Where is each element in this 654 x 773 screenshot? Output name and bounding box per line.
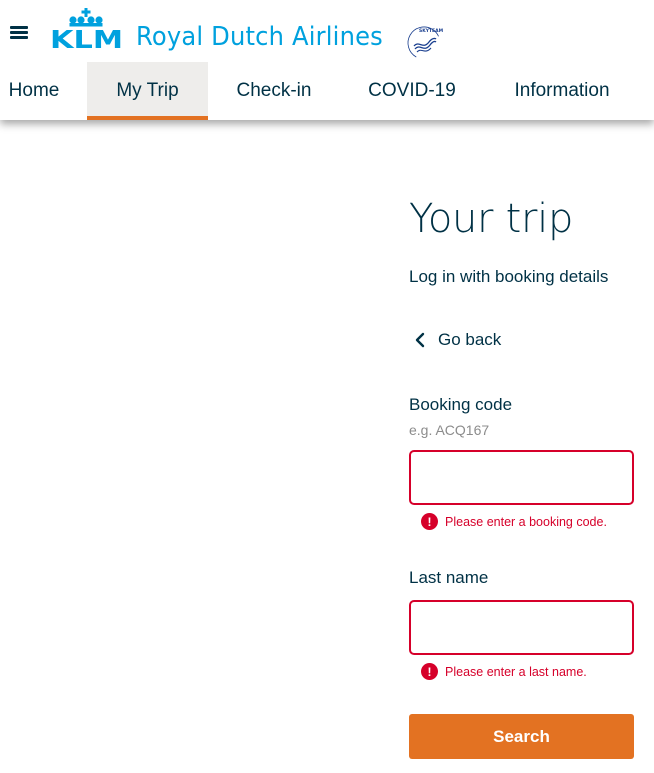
search-button[interactable]: Search — [409, 714, 634, 759]
booking-code-input[interactable] — [409, 450, 634, 505]
nav-item-home[interactable]: Home — [0, 62, 68, 120]
last-name-error: ! Please enter a last name. — [421, 663, 587, 680]
klm-logo-text: KLM — [50, 25, 123, 52]
main-nav: Home My Trip Check-in COVID-19 Informati… — [0, 62, 654, 120]
brand-name: Royal Dutch Airlines — [136, 22, 383, 52]
booking-code-error-text: Please enter a booking code. — [445, 514, 607, 529]
last-name-label: Last name — [409, 568, 489, 587]
booking-code-error: ! Please enter a booking code. — [421, 513, 607, 530]
last-name-input[interactable] — [409, 600, 634, 655]
last-name-error-text: Please enter a last name. — [445, 664, 587, 679]
nav-item-label: COVID-19 — [368, 80, 456, 101]
top-bar: KLM Royal Dutch Airlines SKYTEAM — [0, 0, 654, 62]
booking-code-hint: e.g. ACQ167 — [409, 422, 490, 438]
site-header: KLM Royal Dutch Airlines SKYTEAM Home My… — [0, 0, 654, 120]
nav-item-label: Information — [514, 80, 610, 101]
page-subtitle: Log in with booking details — [409, 267, 609, 286]
page-title: Your trip — [409, 196, 574, 242]
nav-item-label: Home — [8, 80, 60, 101]
chevron-left-icon — [415, 332, 425, 348]
skyteam-logo-icon: SKYTEAM — [407, 26, 443, 60]
nav-item-label: Check-in — [236, 80, 312, 101]
nav-item-my-trip[interactable]: My Trip — [87, 62, 208, 120]
error-icon: ! — [421, 663, 438, 680]
nav-item-information[interactable]: Information — [498, 62, 626, 120]
error-icon: ! — [421, 513, 438, 530]
nav-item-label: My Trip — [116, 80, 179, 101]
nav-item-covid-19[interactable]: COVID-19 — [352, 62, 472, 120]
go-back-link[interactable]: Go back — [415, 330, 501, 350]
klm-logo[interactable]: KLM — [50, 8, 124, 52]
hamburger-menu-icon[interactable] — [10, 24, 30, 40]
booking-code-label: Booking code — [409, 395, 513, 414]
svg-text:SKYTEAM: SKYTEAM — [419, 28, 443, 34]
go-back-label: Go back — [438, 330, 502, 349]
nav-item-check-in[interactable]: Check-in — [222, 62, 326, 120]
